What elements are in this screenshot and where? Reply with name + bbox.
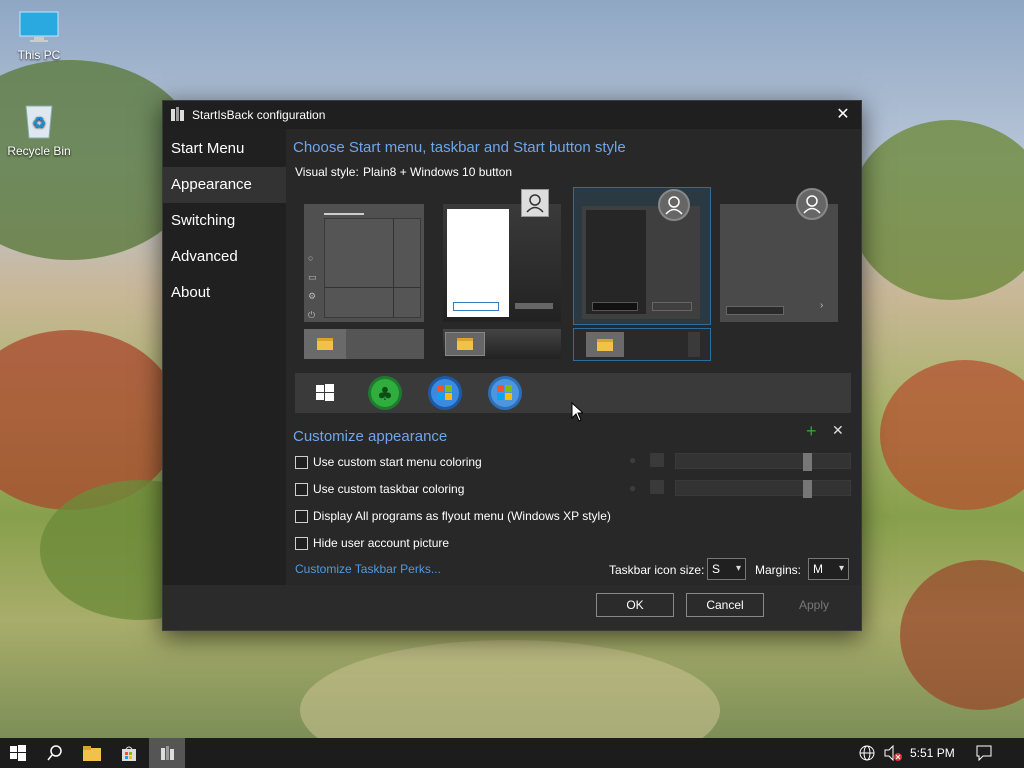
customize-taskbar-perks-link[interactable]: Customize Taskbar Perks... [295, 562, 441, 576]
chevron-down-icon: ▾ [735, 563, 741, 574]
margins-select[interactable]: M ▾ [808, 558, 849, 580]
style-thumbnail-plain8-selected[interactable] [573, 187, 711, 325]
folder-icon [317, 338, 333, 350]
checkbox-box[interactable] [295, 455, 308, 469]
mouse-cursor-icon [571, 401, 585, 422]
search-icon [47, 745, 62, 761]
desktop-icon-recycle-bin[interactable]: ♻ Recycle Bin [4, 100, 74, 158]
taskbar-thumbnail-windows10[interactable] [304, 329, 424, 359]
checkbox-box[interactable] [295, 482, 308, 496]
startisback-config-window: StartIsBack configuration ✕ Start Menu A… [162, 100, 862, 631]
slider-knob[interactable] [803, 480, 812, 498]
style-thumbnail-windows10[interactable]: ○ ▭ ⚙ ⏻ [304, 204, 424, 322]
start-button-option[interactable]: ♣ [367, 375, 403, 411]
user-avatar-icon [796, 188, 828, 220]
window-title: StartIsBack configuration [192, 108, 326, 122]
nav-item-switching[interactable]: Switching [163, 203, 286, 239]
checkbox-label: Use custom start menu coloring [313, 455, 482, 469]
app-icon [171, 107, 184, 122]
svg-text:♻: ♻ [32, 113, 46, 132]
svg-text:♣: ♣ [377, 384, 393, 405]
select-value: M [813, 562, 823, 576]
desktop-icon-this-pc[interactable]: This PC [4, 10, 74, 62]
ok-button[interactable]: OK [596, 593, 674, 617]
apply-button[interactable]: Apply [775, 593, 853, 617]
sidebar-nav: Start Menu Appearance Switching Advanced… [163, 131, 286, 311]
windows-logo-icon [10, 745, 26, 761]
action-center-button[interactable] [966, 738, 1002, 768]
computer-icon [18, 10, 60, 44]
folder-icon [457, 338, 473, 350]
style-thumbnail-windows7[interactable] [443, 189, 561, 322]
desktop-icon-label: This PC [17, 48, 61, 62]
windows10-logo-icon [316, 384, 334, 401]
checkbox-box[interactable] [295, 509, 308, 523]
volume-muted-icon [884, 745, 902, 761]
nav-item-appearance[interactable]: Appearance [163, 167, 286, 203]
close-icon: ✕ [836, 106, 850, 123]
user-avatar-icon [658, 189, 690, 221]
taskbar-thumbnail-windows7[interactable] [443, 329, 561, 359]
dialog-footer: OK Cancel Apply [163, 585, 861, 630]
visual-style-value: Plain8 + Windows 10 button [363, 165, 513, 179]
store-bag-icon [122, 746, 136, 761]
visual-style-label: Visual style: [295, 165, 359, 179]
start-button-option[interactable] [315, 383, 335, 403]
nav-item-advanced[interactable]: Advanced [163, 239, 286, 275]
taskbar-color-slider[interactable] [675, 480, 851, 498]
start-button-option[interactable] [427, 375, 463, 411]
add-icon[interactable]: + [806, 421, 817, 442]
remove-icon[interactable]: ✕ [832, 422, 844, 439]
user-avatar-icon [521, 189, 549, 217]
clover-orb-icon: ♣ [368, 376, 402, 410]
start-menu-color-slider[interactable] [675, 453, 851, 471]
section-title-style: Choose Start menu, taskbar and Start but… [293, 139, 626, 156]
taskbar-icon-size-label: Taskbar icon size: [609, 563, 705, 577]
style-thumbnail-plain10[interactable]: › [720, 188, 838, 322]
checkbox-label: Display All programs as flyout menu (Win… [313, 509, 611, 523]
taskbar-icon-size-select[interactable]: S ▾ [707, 558, 746, 580]
desktop-icon-label: Recycle Bin [7, 144, 71, 158]
start-button[interactable] [0, 738, 36, 768]
margins-label: Margins: [755, 563, 802, 577]
checkbox-custom-taskbar-coloring[interactable]: Use custom taskbar coloring [295, 481, 464, 497]
taskbar-startisback-app[interactable] [149, 738, 185, 768]
color-swatch[interactable] [650, 453, 664, 467]
startisback-app-icon [160, 745, 174, 760]
slider-knob[interactable] [803, 453, 812, 471]
checkbox-hide-user-picture[interactable]: Hide user account picture [295, 535, 449, 551]
select-value: S [712, 562, 721, 576]
volume-tray-icon[interactable] [878, 738, 908, 768]
start-button-option[interactable] [487, 375, 523, 411]
checkbox-box[interactable] [295, 536, 308, 550]
folder-icon [597, 338, 613, 351]
checkbox-flyout-all-programs[interactable]: Display All programs as flyout menu (Win… [295, 508, 611, 524]
globe-icon [859, 745, 875, 761]
notification-icon [976, 745, 992, 761]
taskbar: 5:51 PM [0, 738, 1024, 768]
taskbar-thumbnail-plain8-selected[interactable] [573, 328, 711, 361]
checkbox-label: Use custom taskbar coloring [313, 482, 465, 496]
taskbar-store[interactable] [111, 738, 147, 768]
color-drop-icon: ● [629, 481, 637, 495]
title-bar[interactable]: StartIsBack configuration ✕ [163, 101, 861, 129]
color-drop-icon: ● [629, 453, 637, 467]
section-title-customize: Customize appearance [293, 428, 448, 445]
color-swatch[interactable] [650, 480, 664, 494]
checkbox-label: Hide user account picture [313, 536, 450, 550]
recycle-bin-icon: ♻ [21, 100, 57, 140]
taskbar-file-explorer[interactable] [74, 738, 110, 768]
chevron-down-icon: ▾ [838, 563, 844, 574]
nav-item-about[interactable]: About [163, 275, 286, 311]
search-button[interactable] [37, 738, 73, 768]
nav-item-start-menu[interactable]: Start Menu [163, 131, 286, 167]
appearance-panel: Choose Start menu, taskbar and Start but… [286, 129, 861, 587]
close-button[interactable]: ✕ [829, 103, 857, 127]
checkbox-custom-start-menu-coloring[interactable]: Use custom start menu coloring [295, 454, 482, 470]
windows7-orb-icon [428, 376, 462, 410]
folder-icon [83, 745, 101, 761]
cancel-button[interactable]: Cancel [686, 593, 764, 617]
clock[interactable]: 5:51 PM [910, 746, 955, 760]
windows-orb-icon [488, 376, 522, 410]
